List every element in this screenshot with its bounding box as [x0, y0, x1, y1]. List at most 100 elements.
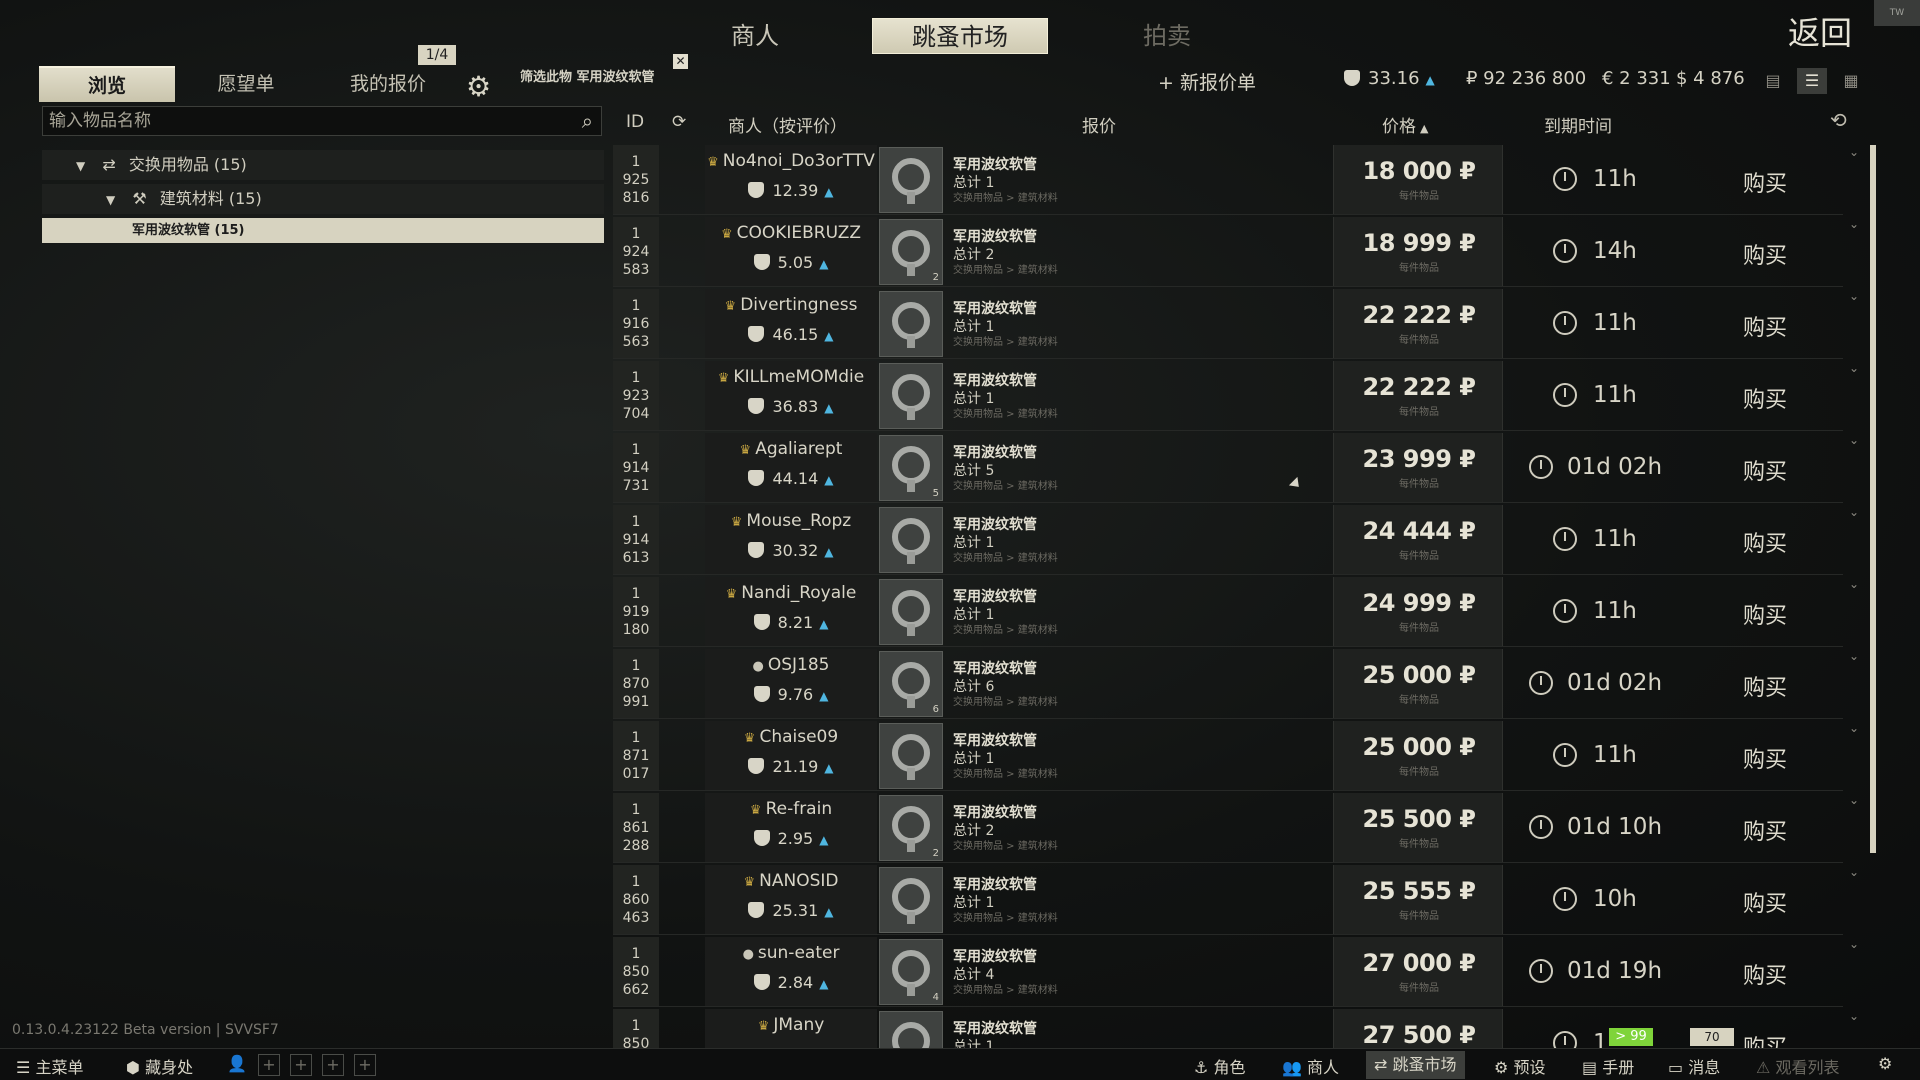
buy-button[interactable]: 购买 [1743, 166, 1787, 198]
chevron-down-icon[interactable]: ⌄ [1849, 289, 1859, 303]
chevron-down-icon[interactable]: ⌄ [1849, 145, 1859, 159]
tab-auction[interactable]: 拍卖 [1112, 18, 1222, 54]
tree-category[interactable]: ▼ ⇄ 交换用物品 (15) [42, 150, 604, 180]
chevron-down-icon[interactable]: ⌄ [1849, 577, 1859, 591]
close-icon[interactable]: ✕ [673, 54, 688, 69]
table-row[interactable]: 1 870 991 ● OSJ185 9.76 ▲ 6 军用波纹软管 总计 6 交换… [613, 649, 1868, 719]
add-slot-icon[interactable]: + [322, 1054, 344, 1076]
merchant-cell[interactable]: ♛ Nandi_Royale 8.21 ▲ [705, 577, 877, 647]
traders-button[interactable]: 👥 商人 [1282, 1054, 1339, 1078]
merchant-name[interactable]: ● OSJ185 [705, 655, 877, 675]
presets-button[interactable]: ⚙ 预设 [1494, 1054, 1545, 1078]
back-button[interactable]: 返回 [1788, 8, 1852, 54]
buy-button[interactable]: 购买 [1743, 382, 1787, 414]
hose-item-icon[interactable] [879, 579, 943, 645]
hose-item-icon[interactable]: 6 [879, 651, 943, 717]
table-row[interactable]: 1 861 288 ♛ Re-frain 2.95 ▲ 2 军用波纹软管 总计 2 … [613, 793, 1868, 863]
table-row[interactable]: 1 924 583 ♛ COOKIEBRUZZ 5.05 ▲ 2 军用波纹软管 总计… [613, 217, 1868, 287]
hose-item-icon[interactable]: 4 [879, 939, 943, 1005]
merchant-name[interactable]: ♛ Chaise09 [705, 727, 877, 747]
main-menu-button[interactable]: ☰ 主菜单 [16, 1054, 83, 1078]
refresh-icon[interactable]: ⟳ [672, 112, 686, 132]
chevron-down-icon[interactable]: ⌄ [1849, 937, 1859, 951]
buy-button[interactable]: 购买 [1743, 310, 1787, 342]
merchant-name[interactable]: ♛ Nandi_Royale [705, 583, 877, 603]
buy-button[interactable]: 购买 [1743, 526, 1787, 558]
chevron-down-icon[interactable]: ⌄ [1849, 433, 1859, 447]
buy-button[interactable]: 购买 [1743, 670, 1787, 702]
gear-icon[interactable]: ⚙ [466, 70, 491, 103]
table-row[interactable]: 1 850 662 ● sun-eater 2.84 ▲ 4 军用波纹软管 总计 4… [613, 937, 1868, 1007]
grid-view-icon[interactable]: ▦ [1836, 68, 1866, 94]
tab-wishlist[interactable]: 愿望单 [186, 66, 306, 102]
table-row[interactable]: 1 860 463 ♛ NANOSID 25.31 ▲ 军用波纹软管 总计 1 交换… [613, 865, 1868, 935]
tab-flea-market[interactable]: 跳蚤市场 [872, 18, 1048, 54]
character-button[interactable]: ⚓ 角色 [1194, 1054, 1245, 1078]
merchant-cell[interactable]: ♛ Re-frain 2.95 ▲ [705, 793, 877, 863]
merchant-cell[interactable]: ♛ NANOSID 25.31 ▲ [705, 865, 877, 935]
merchant-cell[interactable]: ● sun-eater 2.84 ▲ [705, 937, 877, 1007]
merchant-cell[interactable]: ♛ Mouse_Ropz 30.32 ▲ [705, 505, 877, 575]
merchant-name[interactable]: ♛ COOKIEBRUZZ [705, 223, 877, 243]
table-row[interactable]: 1 914 613 ♛ Mouse_Ropz 30.32 ▲ 军用波纹软管 总计 1… [613, 505, 1868, 575]
hose-item-icon[interactable] [879, 867, 943, 933]
hose-item-icon[interactable] [879, 507, 943, 573]
merchant-cell[interactable]: ♛ Agaliarept 44.14 ▲ [705, 433, 877, 503]
chevron-down-icon[interactable]: ⌄ [1849, 361, 1859, 375]
tree-subcategory[interactable]: ▼ ⚒ 建筑材料 (15) [42, 184, 604, 214]
merchant-name[interactable]: ♛ Mouse_Ropz [705, 511, 877, 531]
search-icon[interactable]: ⌕ [582, 109, 593, 133]
table-row[interactable]: 1 871 017 ♛ Chaise09 21.19 ▲ 军用波纹软管 总计 1 交… [613, 721, 1868, 791]
add-slot-icon[interactable]: + [290, 1054, 312, 1076]
chevron-down-icon[interactable]: ⌄ [1849, 793, 1859, 807]
buy-button[interactable]: 购买 [1743, 598, 1787, 630]
merchant-name[interactable]: ♛ NANOSID [705, 871, 877, 891]
merchant-cell[interactable]: ♛ Divertingness 46.15 ▲ [705, 289, 877, 359]
merchant-cell[interactable]: ● OSJ185 9.76 ▲ [705, 649, 877, 719]
tab-browse[interactable]: 浏览 [39, 66, 175, 102]
scrollbar[interactable] [1870, 145, 1876, 853]
messages-button[interactable]: ▭ 消息 [1668, 1054, 1720, 1078]
merchant-cell[interactable]: ♛ No4noi_Do3orTTV 12.39 ▲ [705, 145, 877, 215]
table-row[interactable]: 1 916 563 ♛ Divertingness 46.15 ▲ 军用波纹软管 总… [613, 289, 1868, 359]
buy-button[interactable]: 购买 [1743, 814, 1787, 846]
add-slot-icon[interactable]: + [258, 1054, 280, 1076]
merchant-cell[interactable]: ♛ COOKIEBRUZZ 5.05 ▲ [705, 217, 877, 287]
add-slot-icon[interactable]: + [354, 1054, 376, 1076]
chevron-down-icon[interactable]: ⌄ [1849, 1009, 1859, 1023]
tree-item-selected[interactable]: 军用波纹软管 (15) [42, 218, 604, 243]
search-input[interactable] [43, 107, 563, 135]
chevron-down-icon[interactable]: ⌄ [1849, 865, 1859, 879]
chevron-down-icon[interactable]: ⌄ [1849, 505, 1859, 519]
settings-icon[interactable]: ⚙ [1878, 1054, 1892, 1073]
merchant-name[interactable]: ♛ Re-frain [705, 799, 877, 819]
hose-item-icon[interactable]: 2 [879, 795, 943, 861]
chevron-down-icon[interactable]: ⌄ [1849, 649, 1859, 663]
table-row[interactable]: 1 925 816 ♛ No4noi_Do3orTTV 12.39 ▲ 军用波纹软管… [613, 145, 1868, 215]
tab-my-offers[interactable]: 我的报价 [320, 66, 456, 102]
new-offer-button[interactable]: + 新报价单 [1158, 68, 1256, 95]
compact-view-icon[interactable]: ▤ [1758, 68, 1788, 94]
column-expiry[interactable]: 到期时间 [1544, 112, 1612, 137]
merchant-name[interactable]: ♛ No4noi_Do3orTTV [705, 151, 877, 171]
chevron-down-icon[interactable]: ⌄ [1849, 721, 1859, 735]
merchant-name[interactable]: ● sun-eater [705, 943, 877, 963]
table-row[interactable]: 1 923 704 ♛ KILLmeMOMdie 36.83 ▲ 军用波纹软管 总计… [613, 361, 1868, 431]
chevron-down-icon[interactable]: ⌄ [1849, 217, 1859, 231]
buy-button[interactable]: 购买 [1743, 454, 1787, 486]
hose-item-icon[interactable] [879, 147, 943, 213]
merchant-name[interactable]: ♛ Divertingness [705, 295, 877, 315]
watchlist-button[interactable]: ⚠ 观看列表 [1756, 1054, 1839, 1078]
buy-button[interactable]: 购买 [1743, 958, 1787, 990]
list-view-icon[interactable]: ☰ [1797, 68, 1827, 94]
hideout-button[interactable]: ⬢ 藏身处 [126, 1054, 193, 1078]
merchant-cell[interactable]: ♛ KILLmeMOMdie 36.83 ▲ [705, 361, 877, 431]
hose-item-icon[interactable]: 5 [879, 435, 943, 501]
flea-market-button[interactable]: ⇄ 跳蚤市场 [1366, 1051, 1465, 1079]
handbook-button[interactable]: ▤ 手册 [1582, 1054, 1634, 1078]
hose-item-icon[interactable]: 2 [879, 219, 943, 285]
buy-button[interactable]: 购买 [1743, 742, 1787, 774]
buy-button[interactable]: 购买 [1743, 886, 1787, 918]
table-row[interactable]: 1 914 731 ♛ Agaliarept 44.14 ▲ 5 军用波纹软管 总计… [613, 433, 1868, 503]
hose-item-icon[interactable] [879, 723, 943, 789]
